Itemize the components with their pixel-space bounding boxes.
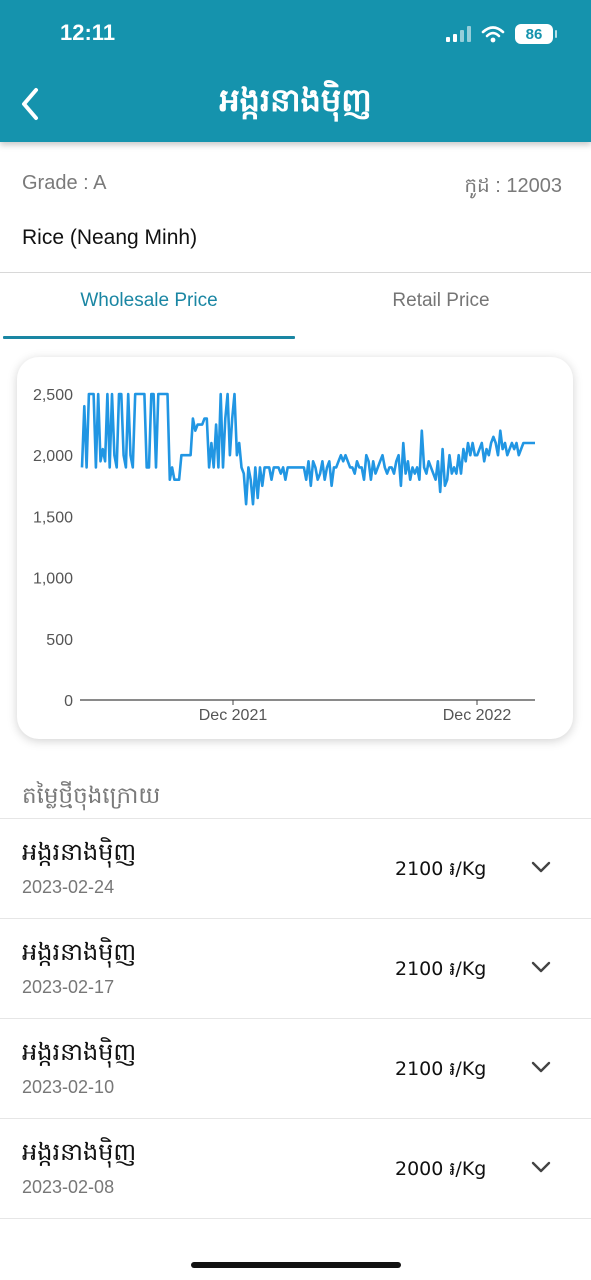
- home-indicator: [191, 1262, 401, 1268]
- y-tick-label: 1,000: [33, 571, 73, 588]
- cellular-signal-icon: [446, 26, 471, 42]
- chevron-down-icon[interactable]: [530, 1059, 552, 1075]
- page-title: អង្ករនាងម៉ិញ: [219, 81, 372, 119]
- list-item-name: អង្ករនាងម៉ិញ: [22, 838, 137, 866]
- chevron-down-icon[interactable]: [530, 1159, 552, 1175]
- series-line: [80, 392, 535, 506]
- y-tick-label: 0: [64, 693, 73, 710]
- list-item[interactable]: អង្ករនាងម៉ិញ 2023-02-08 2000 ៛/Kg: [0, 1118, 591, 1219]
- list-item-price: 2000 ៛/Kg: [395, 1158, 487, 1180]
- list-item-name: អង្ករនាងម៉ិញ: [22, 1038, 137, 1066]
- list-item[interactable]: អង្ករនាងម៉ិញ 2023-02-24 2100 ៛/Kg: [0, 818, 591, 918]
- y-tick-label: 500: [46, 632, 73, 649]
- list-item-date: 2023-02-10: [22, 1077, 115, 1097]
- y-tick-label: 2,000: [33, 448, 73, 465]
- active-tab-indicator: [3, 336, 295, 339]
- list-item-date: 2023-02-24: [22, 877, 115, 897]
- app-header: 12:11 86 អង្ករនាងម៉ិញ: [0, 0, 591, 142]
- list-item[interactable]: អង្ករនាងម៉ិញ 2023-02-10 2100 ៛/Kg: [0, 1018, 591, 1118]
- price-line-chart: 0 500 1,000 1,500 2,000 2,500 Dec 2021 Dec 2022: [33, 387, 535, 724]
- product-code: កូដ : 12003: [464, 175, 562, 197]
- y-tick-label: 2,500: [33, 387, 73, 404]
- divider: [0, 272, 591, 273]
- list-item-name: អង្ករនាងម៉ិញ: [22, 938, 137, 966]
- grade-label: Grade : A: [22, 172, 107, 194]
- tab-wholesale-price[interactable]: Wholesale Price: [3, 290, 295, 312]
- list-item-price: 2100 ៛/Kg: [395, 958, 487, 980]
- chevron-down-icon[interactable]: [530, 859, 552, 875]
- y-tick-label: 1,500: [33, 509, 73, 526]
- list-item-price: 2100 ៛/Kg: [395, 1058, 487, 1080]
- latest-price-list: អង្ករនាងម៉ិញ 2023-02-24 2100 ៛/Kg អង្ករន…: [0, 818, 591, 1219]
- list-item-date: 2023-02-17: [22, 977, 115, 997]
- product-name: Rice (Neang Minh): [22, 226, 198, 249]
- wifi-icon: [481, 26, 505, 43]
- list-item-price: 2100 ៛/Kg: [395, 858, 487, 880]
- x-tick-label: Dec 2022: [443, 707, 512, 724]
- list-item-date: 2023-02-08: [22, 1177, 115, 1197]
- battery-indicator: 86: [515, 24, 557, 44]
- latest-prices-title: តម្លៃថ្មីចុងក្រោយ: [22, 783, 161, 809]
- list-item[interactable]: អង្ករនាងម៉ិញ 2023-02-17 2100 ៛/Kg: [0, 918, 591, 1018]
- x-tick-label: Dec 2021: [199, 707, 268, 724]
- tab-retail-price[interactable]: Retail Price: [295, 290, 587, 312]
- chevron-down-icon[interactable]: [530, 959, 552, 975]
- status-icons: 86: [445, 22, 557, 46]
- price-chart-card: 0 500 1,000 1,500 2,000 2,500 Dec 2021 Dec 2022: [17, 357, 573, 739]
- status-time: 12:11: [60, 20, 116, 45]
- list-item-name: អង្ករនាងម៉ិញ: [22, 1138, 137, 1166]
